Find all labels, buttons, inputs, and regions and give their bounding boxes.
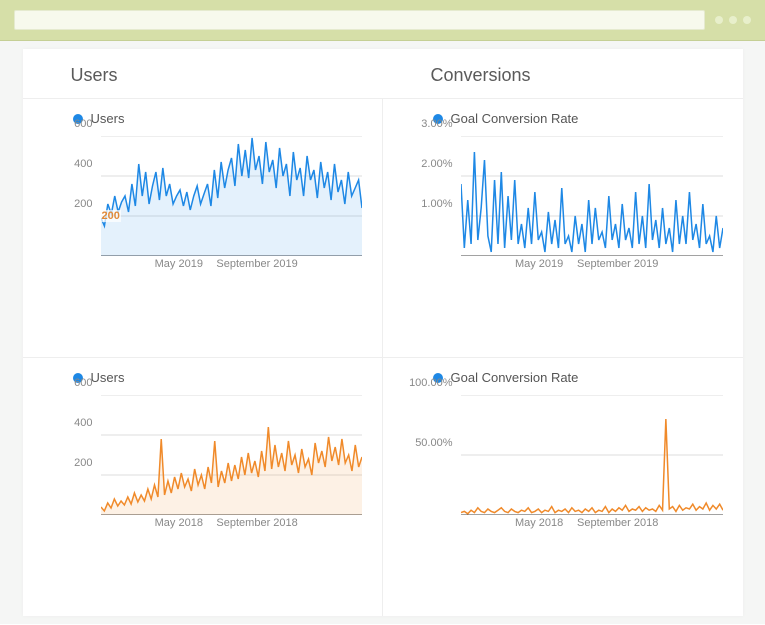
dot-icon: [715, 16, 723, 24]
chart-annotation: 200: [101, 210, 121, 222]
panel-area: Users Conversions Users 200 400 600 May 201…: [23, 49, 743, 616]
x-tick-label: September 2018: [577, 517, 658, 529]
url-bar[interactable]: [14, 10, 705, 30]
x-tick-label: September 2019: [216, 258, 297, 270]
y-tick-label: 3.00%: [421, 118, 452, 130]
x-tick-label: May 2018: [515, 517, 563, 529]
legend-label: Goal Conversion Rate: [451, 370, 579, 385]
window-controls: [715, 16, 751, 24]
y-tick-label: 400: [74, 158, 92, 170]
chart-users-2018: Users 200 400 600 May 2018 September 2018: [23, 357, 383, 616]
x-tick-label: May 2018: [155, 517, 203, 529]
column-title-users: Users: [23, 57, 383, 98]
chart-conv-2019: Goal Conversion Rate 1.00% 2.00% 3.00% May …: [383, 98, 743, 357]
y-tick-label: 100.00%: [409, 377, 452, 389]
y-tick-label: 2.00%: [421, 158, 452, 170]
x-tick-label: September 2018: [216, 517, 297, 529]
x-tick-label: May 2019: [155, 258, 203, 270]
chart-users-2019: Users 200 400 600 May 2019 September 2019 200: [23, 98, 383, 357]
x-tick-label: May 2019: [515, 258, 563, 270]
y-tick-label: 1.00%: [421, 198, 452, 210]
y-tick-label: 200: [74, 198, 92, 210]
y-tick-label: 50.00%: [415, 437, 452, 449]
y-tick-label: 600: [74, 377, 92, 389]
y-tick-label: 200: [74, 457, 92, 469]
legend: Users: [73, 370, 362, 385]
legend: Goal Conversion Rate: [433, 111, 723, 126]
legend-label: Users: [91, 370, 125, 385]
browser-chrome: [0, 0, 765, 41]
x-tick-label: September 2019: [577, 258, 658, 270]
y-tick-label: 600: [74, 118, 92, 130]
legend-label: Goal Conversion Rate: [451, 111, 579, 126]
dashboard: Users Conversions Users 200 400 600 May 201…: [0, 41, 765, 624]
legend-label: Users: [91, 111, 125, 126]
y-tick-label: 400: [74, 417, 92, 429]
legend: Users: [73, 111, 362, 126]
dot-icon: [729, 16, 737, 24]
column-title-conversions: Conversions: [383, 57, 743, 98]
chart-conv-2018: Goal Conversion Rate 50.00% 100.00% May 20…: [383, 357, 743, 616]
dot-icon: [743, 16, 751, 24]
legend: Goal Conversion Rate: [433, 370, 723, 385]
